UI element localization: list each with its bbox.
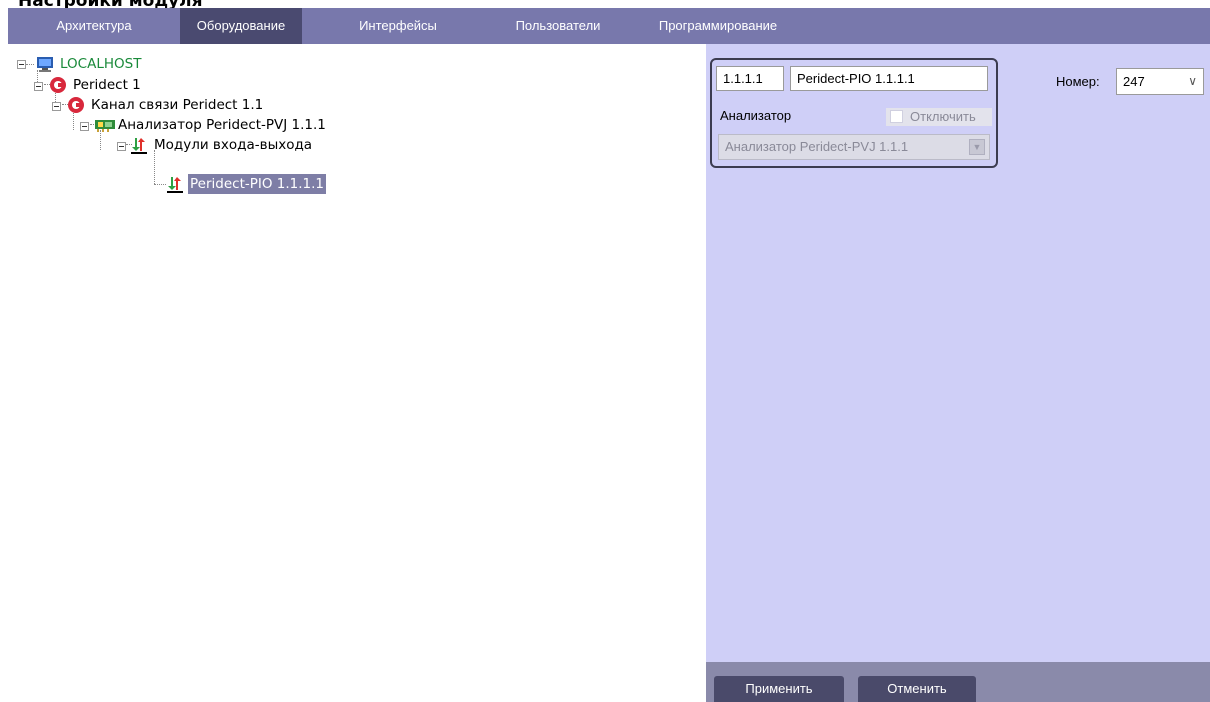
tree-label-channel: Канал связи Peridect 1.1 [91, 97, 264, 113]
computer-icon [36, 55, 54, 73]
cancel-button[interactable]: Отменить [858, 676, 976, 702]
tab-architecture[interactable]: Архитектура [8, 8, 180, 44]
tree-node-analyzer[interactable]: Анализатор Peridect-PVJ 1.1.1 [94, 115, 328, 135]
tree-node-device[interactable]: Peridect 1 [49, 75, 143, 95]
io-module-icon [166, 175, 184, 193]
action-bar: Применить Отменить [706, 662, 1210, 702]
tree-label-io-modules: Модули входа-выхода [154, 137, 313, 153]
module-properties-group: 1.1.1.1 Peridect-PIO 1.1.1.1 Анализатор … [710, 58, 998, 168]
peridect-channel-icon [67, 96, 85, 114]
analyzer-select-value: Анализатор Peridect-PVJ 1.1.1 [725, 139, 909, 154]
tree-label-localhost: LOCALHOST [60, 56, 142, 72]
tab-interfaces[interactable]: Интерфейсы [318, 8, 478, 44]
analyzer-label: Анализатор [720, 108, 792, 123]
number-label: Номер: [1056, 74, 1100, 89]
peridect-icon [49, 76, 67, 94]
expand-device-toggle[interactable] [34, 82, 43, 91]
module-name-field[interactable]: Peridect-PIO 1.1.1.1 [790, 66, 988, 91]
expand-analyzer-toggle[interactable] [80, 122, 89, 131]
apply-button[interactable]: Применить [714, 676, 844, 702]
tab-users[interactable]: Пользователи [478, 8, 638, 44]
tree-node-io-modules[interactable]: Модули входа-выхода [130, 135, 314, 155]
expand-modules-toggle[interactable] [117, 142, 126, 151]
tree-label-module: Peridect-PIO 1.1.1.1 [188, 174, 326, 194]
analyzer-select: Анализатор Peridect-PVJ 1.1.1 ▼ [718, 134, 990, 160]
number-select-value: 247 [1123, 74, 1145, 89]
disable-checkbox[interactable]: Отключить [886, 108, 992, 126]
tree-node-channel[interactable]: Канал связи Peridect 1.1 [67, 95, 265, 115]
analyzer-board-icon [94, 116, 115, 134]
tab-equipment[interactable]: Оборудование [180, 8, 302, 44]
tree-node-localhost[interactable]: LOCALHOST [36, 54, 143, 74]
chevron-down-icon: ∨ [1188, 74, 1197, 88]
tab-bar: Архитектура Оборудование Интерфейсы Поль… [8, 8, 1210, 44]
settings-panel: 1.1.1.1 Peridect-PIO 1.1.1.1 Анализатор … [706, 44, 1210, 702]
hardware-tree: LOCALHOST Peridect 1 Канал связи Peridec… [0, 50, 700, 450]
expand-channel-toggle[interactable] [52, 102, 61, 111]
checkbox-box [890, 110, 903, 123]
tab-programming[interactable]: Программирование [638, 8, 798, 44]
number-select[interactable]: 247 ∨ [1116, 68, 1204, 95]
io-module-icon [130, 136, 148, 154]
tree-node-module-selected[interactable]: Peridect-PIO 1.1.1.1 [166, 174, 326, 194]
expand-localhost-toggle[interactable] [17, 60, 26, 69]
tree-label-device: Peridect 1 [73, 77, 141, 93]
chevron-down-icon: ▼ [969, 139, 985, 155]
disable-checkbox-label: Отключить [910, 109, 976, 124]
tree-label-analyzer: Анализатор Peridect-PVJ 1.1.1 [118, 117, 326, 133]
module-id-field[interactable]: 1.1.1.1 [716, 66, 784, 91]
